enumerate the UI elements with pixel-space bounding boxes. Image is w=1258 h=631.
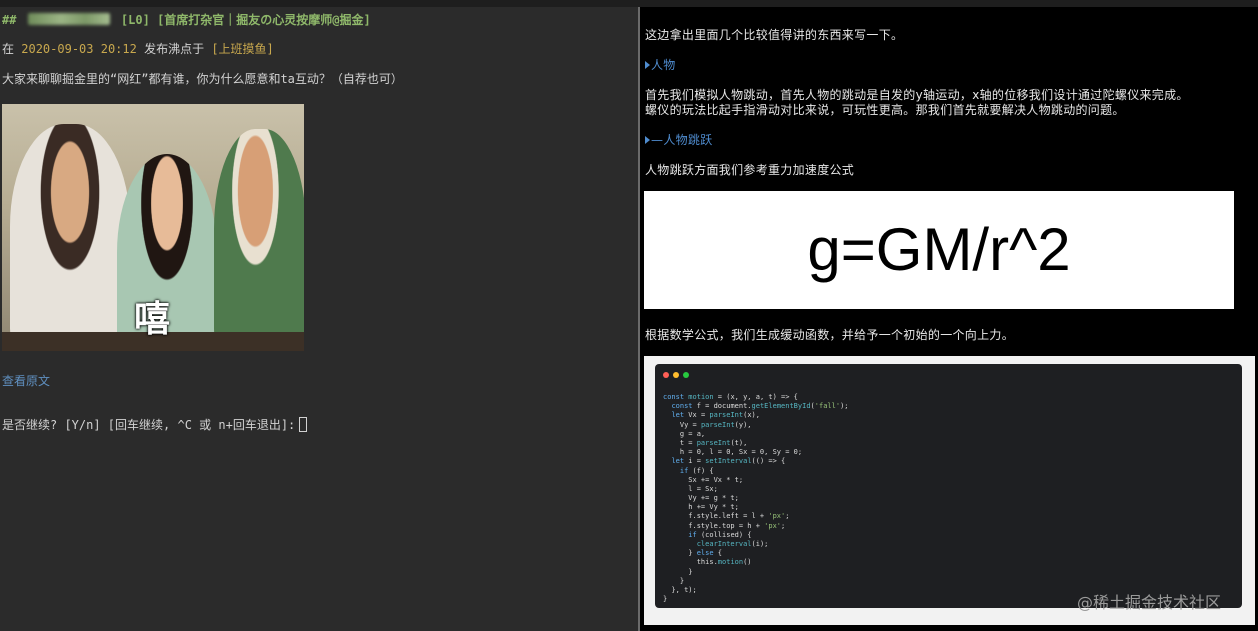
heading-character: 人物 — [645, 56, 676, 73]
code-line: Vy += g * t; — [663, 494, 739, 503]
code-line: g = a, — [663, 429, 706, 438]
blurred-username — [27, 13, 110, 25]
post-content: 大家来聊聊掘金里的“网红”都有谁，你为什么愿意和ta互动？（自荐也可） — [2, 72, 403, 86]
code-line: h += Vy * t; — [663, 503, 739, 512]
heading-character-text: 人物 — [651, 58, 676, 72]
paragraph-1-line-2: 螺仪的玩法比起手指滑动对比来说，可玩性更高。那我们首先就要解决人物跳动的问题。 — [645, 103, 1125, 117]
watermark: @稀土掘金技术社区 — [1077, 593, 1222, 612]
meta-middle: 发布沸点于 — [144, 42, 205, 56]
heading-dash: — — [651, 133, 664, 147]
person-right — [214, 129, 304, 351]
terminal-pane[interactable]: ## [L0] [首席打杂官｜掘友の心灵按摩师@掘金] 在 2020-09-03… — [0, 7, 638, 631]
code-line: let Vx = parseInt(x), — [671, 411, 760, 420]
post-image: 嘻 — [2, 104, 304, 351]
triangle-marker-icon — [645, 136, 650, 144]
continue-prompt: 是否继续? [Y/n] [回车继续, ^C 或 n+回车退出]: — [2, 416, 308, 433]
code-line: clearInterval(i); — [696, 540, 769, 548]
user-level: [L0] — [120, 13, 150, 27]
heading-jump-text: 人物跳跃 — [663, 133, 713, 147]
view-original-link[interactable]: 查看原文 — [2, 372, 50, 389]
code-screenshot: const motion = (x, y, a, t) => { const f… — [644, 356, 1255, 625]
heading-jump: —人物跳跃 — [645, 131, 713, 148]
markdown-hash: ## — [2, 13, 17, 27]
meta-prefix: 在 — [2, 42, 15, 56]
user-tags: [首席打杂官｜掘友の心灵按摩师@掘金] — [157, 13, 371, 27]
image-caption: 嘻 — [134, 299, 171, 340]
code-line: if (collised) { — [688, 530, 752, 539]
paragraph-3: 根据数学公式，我们生成缓动函数，并给予一个初始的一个向上力。 — [645, 328, 1015, 342]
article-intro: 这边拿出里面几个比较值得讲的东西来写一下。 — [645, 28, 904, 42]
formula-image: g=GM/r^2 — [644, 191, 1234, 309]
terminal-cursor[interactable] — [299, 417, 308, 432]
minimize-dot-icon — [673, 372, 679, 378]
code-line: }, t); — [663, 585, 697, 594]
close-dot-icon — [663, 372, 669, 378]
code-line: if (f) { — [679, 466, 714, 475]
code-line: Sx += Vx * t; — [663, 475, 744, 484]
triangle-marker-icon — [645, 61, 650, 69]
prompt-text: 是否继续? [Y/n] [回车继续, ^C 或 n+回车退出]: — [2, 418, 296, 432]
code-line: Vy = parseInt(y), — [663, 420, 752, 429]
maximize-dot-icon — [683, 372, 689, 378]
code-line: t = parseInt(t), — [663, 438, 748, 447]
code-line: this.motion() — [663, 558, 752, 567]
code-block: const motion = (x, y, a, t) => { const f… — [663, 393, 849, 604]
code-line: } — [663, 576, 685, 585]
person-left — [10, 124, 130, 351]
code-line: f.style.left = l + 'px'; — [663, 512, 790, 521]
window-top-bar — [0, 0, 1258, 7]
code-window: const motion = (x, y, a, t) => { const f… — [655, 364, 1242, 608]
post-meta-line: 在 2020-09-03 20:12 发布沸点于 [上班摸鱼] — [2, 40, 274, 57]
paragraph-2: 人物跳跃方面我们参考重力加速度公式 — [645, 163, 855, 177]
formula-text: g=GM/r^2 — [807, 216, 1071, 283]
article-pane: 这边拿出里面几个比较值得讲的东西来写一下。 人物 首先我们模拟人物跳动，首先人物… — [640, 7, 1258, 631]
post-datetime: 2020-09-03 20:12 — [21, 42, 137, 56]
code-line: h = 0, l = 0, Sx = 0, Sy = 0; — [663, 448, 803, 457]
code-line: f.style.top = h + 'px'; — [663, 521, 786, 530]
code-line: } — [663, 595, 668, 604]
code-line: l = Sx; — [663, 484, 718, 493]
post-title-line: ## [L0] [首席打杂官｜掘友の心灵按摩师@掘金] — [2, 11, 371, 28]
code-line: let i = setInterval(() => { — [671, 457, 786, 466]
code-line: const f = document.getElementById('fall'… — [671, 402, 849, 411]
code-line: } — [663, 567, 693, 576]
post-topic: [上班摸鱼] — [211, 42, 274, 56]
code-line: const motion = (x, y, a, t) => { — [663, 393, 798, 401]
code-line: } else { — [663, 549, 723, 558]
